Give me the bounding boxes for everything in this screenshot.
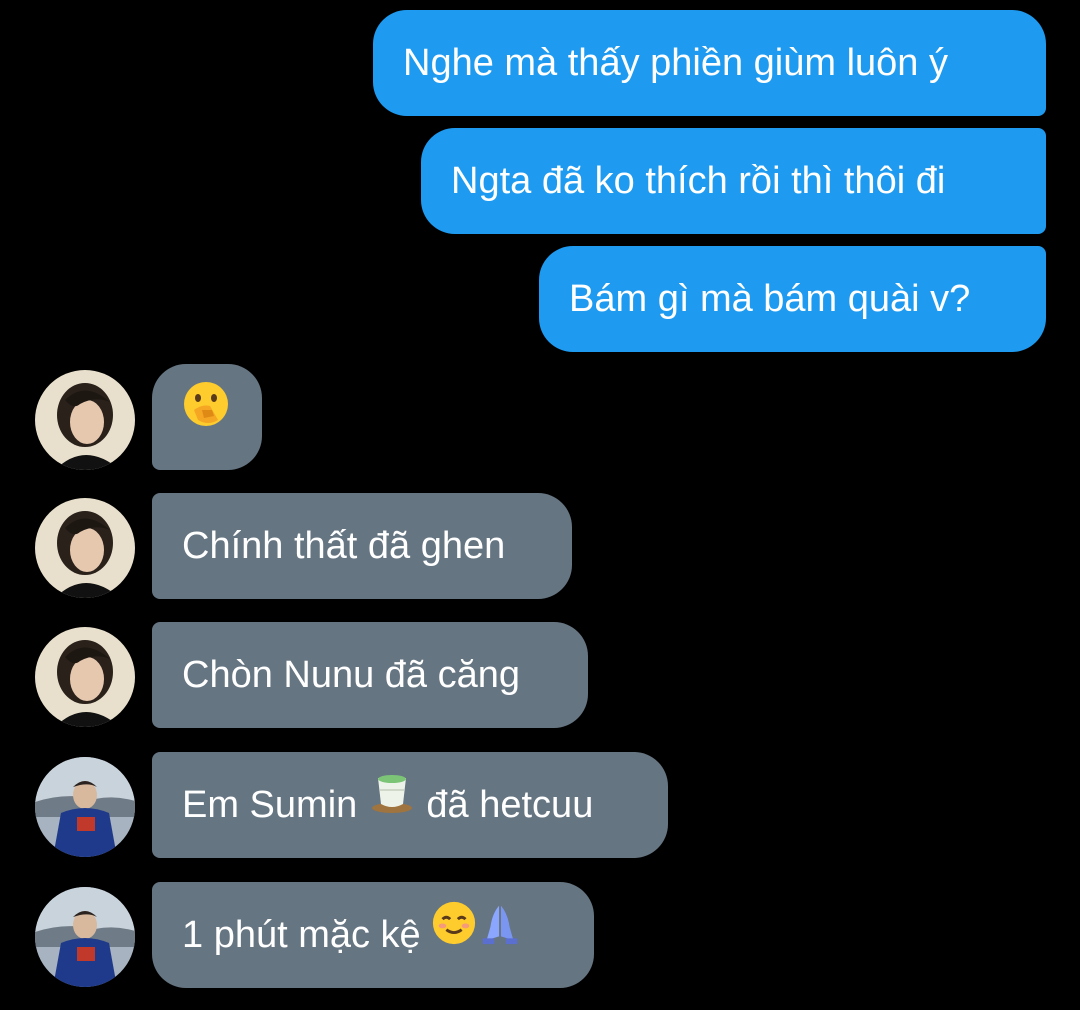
message-text: Bám gì mà bám quài v? — [569, 278, 971, 320]
shushing-face-icon — [182, 363, 230, 469]
message-text: Em Sumin — [182, 784, 358, 826]
avatar[interactable] — [35, 498, 135, 598]
received-message-bubble[interactable]: Chính thất đã ghen — [152, 493, 572, 599]
sent-message-bubble[interactable]: Nghe mà thấy phiền giùm luôn ý — [373, 10, 1046, 116]
sent-message-bubble[interactable]: Ngta đã ko thích rồi thì thôi đi — [421, 128, 1046, 234]
message-text: 1 phút mặc kệ — [182, 914, 421, 956]
received-message-bubble[interactable]: Chòn Nunu đã căng — [152, 622, 588, 728]
sent-message-bubble[interactable]: Bám gì mà bám quài v? — [539, 246, 1046, 352]
received-message-bubble[interactable]: Em Sumin đã hetcuu — [152, 752, 668, 858]
teacup-icon — [368, 751, 416, 857]
avatar[interactable] — [35, 887, 135, 987]
received-message-bubble[interactable]: 1 phút mặc kệ — [152, 882, 594, 988]
folded-hands-icon — [477, 881, 523, 987]
avatar[interactable] — [35, 627, 135, 727]
relieved-face-icon — [431, 881, 477, 987]
received-message-bubble[interactable] — [152, 364, 262, 470]
avatar[interactable] — [35, 757, 135, 857]
message-text: Chòn Nunu đã căng — [182, 654, 521, 696]
message-text: đã hetcuu — [426, 784, 594, 826]
message-text: Nghe mà thấy phiền giùm luôn ý — [403, 42, 948, 84]
message-text: Ngta đã ko thích rồi thì thôi đi — [451, 160, 946, 202]
avatar[interactable] — [35, 370, 135, 470]
message-text: Chính thất đã ghen — [182, 525, 506, 567]
